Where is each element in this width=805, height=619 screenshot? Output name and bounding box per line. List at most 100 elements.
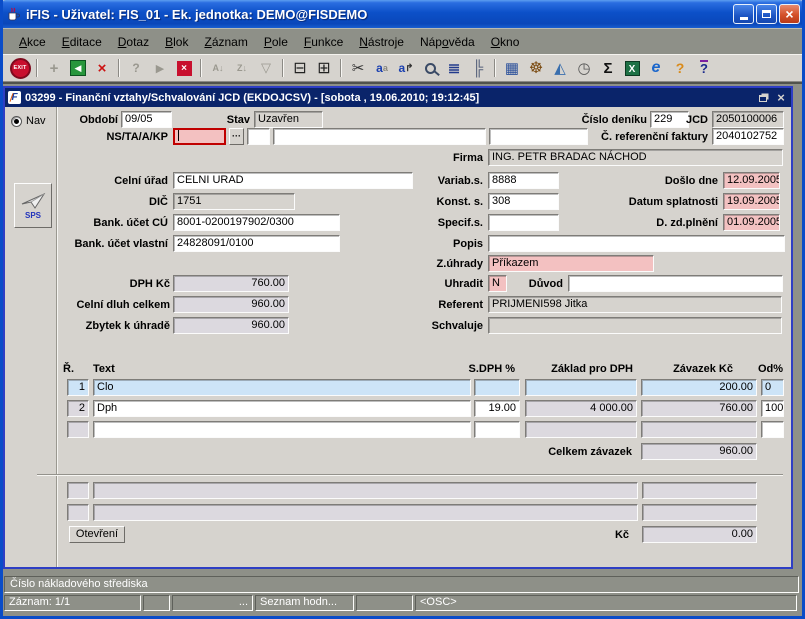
sort-ascending-icon[interactable]: A↓ [206, 57, 230, 79]
row-number-cell[interactable]: 2 [67, 400, 89, 417]
sdph-cell[interactable] [474, 421, 520, 438]
referent-label: Referent [425, 298, 483, 312]
doslo-dne-field[interactable]: 12.09.2005 [723, 172, 780, 189]
variab-s-field[interactable]: 8888 [488, 172, 559, 189]
datum-splatnosti-field[interactable]: 19.09.2005 [723, 193, 780, 210]
ns-field-2[interactable] [247, 128, 270, 145]
menu-napoveda[interactable]: Nápověda [412, 32, 483, 52]
celkem-zavazek-label: Celkem závazek [502, 445, 632, 459]
find-icon[interactable] [418, 57, 442, 79]
ref-faktury-field[interactable]: 2040102752 [712, 128, 784, 145]
duvod-label: Důvod [525, 277, 563, 291]
about-icon[interactable]: ? [668, 57, 692, 79]
row-number-cell[interactable] [67, 421, 89, 438]
firma-label: Firma [425, 151, 483, 165]
otevreni-button[interactable]: Otevření [69, 526, 125, 543]
filter-icon[interactable]: ▽ [254, 57, 278, 79]
form-close-button[interactable]: × [774, 91, 788, 104]
datum-splatnosti-label: Datum splatnosti [600, 195, 718, 209]
sort-descending-icon[interactable]: Z↓ [230, 57, 254, 79]
list-of-values-icon[interactable]: ≣ [442, 57, 466, 79]
zaklad-cell [525, 421, 637, 438]
tree-view-icon[interactable]: ╠ [466, 57, 490, 79]
help-icon[interactable]: ? [692, 57, 716, 79]
col-header-zavazek: Závazek Kč [623, 363, 733, 376]
row-number-cell[interactable]: 1 [67, 379, 89, 396]
menu-funkce[interactable]: Funkce [296, 32, 351, 52]
sdph-cell[interactable] [474, 379, 520, 396]
nav-radio[interactable]: Nav [11, 115, 46, 127]
toolbar-separator [36, 59, 38, 77]
copy-icon[interactable]: a [370, 57, 394, 79]
delete-record-icon[interactable]: × [90, 57, 114, 79]
insert-record-icon[interactable]: ◀ [66, 57, 90, 79]
menu-dotaz[interactable]: Dotaz [110, 32, 157, 52]
zavazek-cell: 200.00 [641, 379, 757, 396]
bank-ucet-vlastni-field[interactable]: 24828091/0100 [173, 235, 340, 252]
section-divider [37, 474, 783, 476]
status-cell [143, 595, 170, 611]
sdph-cell[interactable]: 19.00 [474, 400, 520, 417]
exit-icon[interactable]: EXIT [8, 57, 32, 79]
execute-query-icon[interactable]: ▶ [148, 57, 172, 79]
text-cell[interactable]: Clo [93, 379, 471, 396]
duvod-field[interactable] [568, 275, 783, 292]
excel-export-icon[interactable]: X [620, 57, 644, 79]
schvaluje-label: Schvaluje [425, 319, 483, 333]
bottom-desc-field [93, 482, 638, 499]
helm-icon[interactable]: ☸ [524, 57, 548, 79]
ns-lov-button[interactable]: ··· [229, 128, 244, 145]
celni-urad-label: Celní úřad [45, 174, 168, 188]
form-restore-button[interactable] [757, 91, 771, 104]
menu-blok[interactable]: Blok [157, 32, 196, 52]
java-icon [5, 6, 21, 22]
sum-icon[interactable]: Σ [596, 57, 620, 79]
specif-s-field[interactable] [488, 214, 559, 231]
print-batch-icon[interactable]: ⊞ [312, 57, 336, 79]
fis-clock-icon[interactable]: ◷ [572, 57, 596, 79]
maximize-button[interactable] [756, 4, 777, 24]
menu-editace[interactable]: Editace [54, 32, 110, 52]
schvaluje-field [488, 317, 782, 334]
d-zd-plneni-label: D. zd.plnění [625, 216, 718, 230]
celni-urad-field[interactable]: CELNI URAD [173, 172, 413, 189]
od-cell[interactable] [761, 421, 784, 438]
cut-icon[interactable]: ✂ [346, 57, 370, 79]
text-cell[interactable]: Dph [93, 400, 471, 417]
web-browser-icon[interactable]: e [644, 57, 668, 79]
enter-query-icon[interactable]: ? [124, 57, 148, 79]
form-window-titlebar: F 03299 - Finanční vztahy/Schvalování JC… [5, 88, 791, 107]
d-zd-plneni-field[interactable]: 01.09.2005 [723, 214, 780, 231]
menu-zaznam[interactable]: Záznam [196, 32, 255, 52]
close-button[interactable]: × [779, 4, 800, 24]
menu-okno[interactable]: Okno [483, 32, 528, 52]
ns-field-3[interactable] [273, 128, 486, 145]
menu-nastroje[interactable]: Nástroje [351, 32, 412, 52]
zaklad-cell: 4 000.00 [525, 400, 637, 417]
cancel-query-icon[interactable]: × [172, 57, 196, 79]
z-uhrady-field[interactable]: Příkazem [488, 255, 654, 272]
od-cell[interactable]: 100 [761, 400, 784, 417]
ns-field[interactable] [173, 128, 226, 145]
paste-icon[interactable]: a [394, 57, 418, 79]
menu-akce[interactable]: Akce [11, 32, 54, 52]
list-of-values-indicator: Seznam hodn... [255, 595, 354, 611]
popis-field[interactable] [488, 235, 785, 252]
view-icon[interactable]: ◭ [548, 57, 572, 79]
print-icon[interactable]: ⊟ [288, 57, 312, 79]
dic-label: DIČ [45, 195, 168, 209]
obdobi-field[interactable]: 09/05 [121, 111, 172, 128]
menu-pole[interactable]: Pole [256, 32, 296, 52]
toolbar-separator [494, 59, 496, 77]
konst-s-field[interactable]: 308 [488, 193, 559, 210]
uhradit-field[interactable]: N [488, 275, 507, 292]
editor-icon[interactable]: ▦ [500, 57, 524, 79]
bottom-code-field [67, 504, 89, 521]
bank-ucet-cu-field[interactable]: 8001-0200197902/0300 [173, 214, 340, 231]
bottom-amount-field [642, 504, 757, 521]
od-cell[interactable]: 0 [761, 379, 784, 396]
add-record-icon[interactable]: + [42, 57, 66, 79]
minimize-button[interactable] [733, 4, 754, 24]
restore-icon [759, 95, 767, 102]
text-cell[interactable] [93, 421, 471, 438]
